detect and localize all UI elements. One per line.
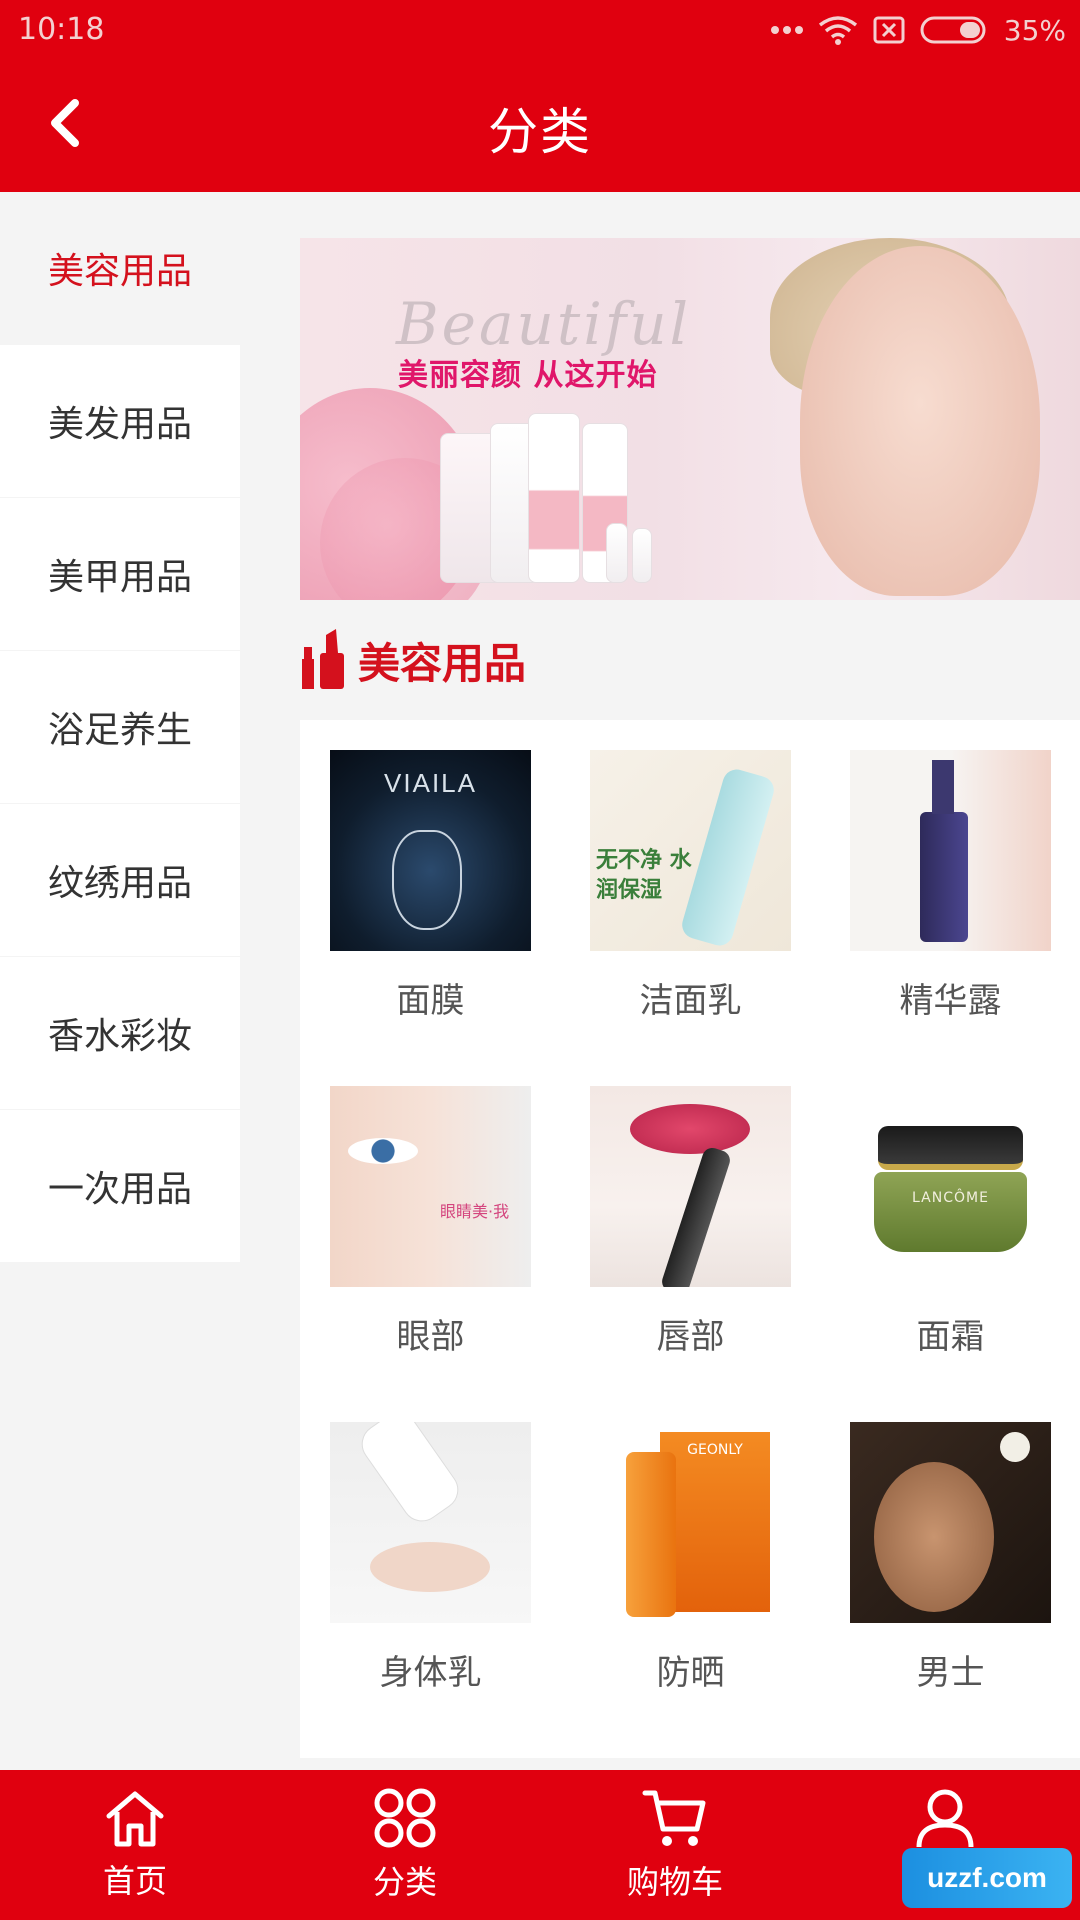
product-grid: VIAILA 面膜 无不净 水润保湿 洁面乳 精华露 眼睛美·我 眼部 唇部 L… <box>300 720 1080 1758</box>
cream-lid <box>878 1126 1023 1170</box>
nav-category-label: 分类 <box>372 1863 437 1901</box>
banner-product-vial <box>632 528 652 583</box>
banner-product-vial <box>606 523 628 583</box>
category-sidebar: 美容用品 美发用品 美甲用品 浴足养生 纹绣用品 香水彩妆 一次用品 <box>0 192 240 1263</box>
product-image-text: GEONLY <box>687 1442 743 1458</box>
product-image-text: LANCÔME <box>912 1190 989 1206</box>
product-label: 面霜 <box>916 1317 985 1357</box>
product-label: 身体乳 <box>379 1653 482 1693</box>
sidebar-item-nail[interactable]: 美甲用品 <box>0 498 240 650</box>
top-bar: 10:18 35% 分类 <box>0 0 1080 192</box>
mask-outline <box>392 830 462 930</box>
product-image-sunscreen: GEONLY <box>590 1422 791 1623</box>
status-icons: 35% <box>770 10 1066 50</box>
main-content: Beautiful 美丽容颜 从这开始 美容用品 VIAILA 面膜 无不净 水… <box>300 238 1080 1758</box>
lotion-bottle <box>353 1422 467 1530</box>
lip-pen <box>659 1145 733 1287</box>
product-label: 男士 <box>916 1653 985 1693</box>
sunscreen-tube <box>626 1452 676 1617</box>
sidebar-item-disposable[interactable]: 一次用品 <box>0 1110 240 1262</box>
promo-banner[interactable]: Beautiful 美丽容颜 从这开始 <box>300 238 1080 600</box>
product-image-men <box>850 1422 1051 1623</box>
product-image-cleanser: 无不净 水润保湿 <box>590 750 791 951</box>
product-label: 眼部 <box>396 1317 465 1357</box>
no-sim-icon <box>873 16 905 44</box>
product-tile-men[interactable]: 男士 <box>850 1422 1051 1758</box>
nav-home[interactable]: 首页 <box>0 1770 270 1920</box>
product-tile-cleanser[interactable]: 无不净 水润保湿 洁面乳 <box>590 750 791 1086</box>
nav-home-label: 首页 <box>102 1862 167 1900</box>
product-image-serum <box>850 750 1051 951</box>
product-tile-cream[interactable]: LANCÔME 面霜 <box>850 1086 1051 1422</box>
product-image-text: 眼睛美·我 <box>440 1202 510 1221</box>
banner-slogan: 美丽容颜 从这开始 <box>398 358 658 393</box>
nav-cart[interactable]: 购物车 <box>540 1770 810 1920</box>
sunscreen-box: GEONLY <box>660 1432 770 1612</box>
nav-category[interactable]: 分类 <box>270 1770 540 1920</box>
product-label: 洁面乳 <box>639 981 742 1021</box>
banner-model-face <box>800 246 1040 596</box>
sidebar-item-beauty[interactable]: 美容用品 <box>0 192 240 344</box>
product-tile-body-lotion[interactable]: 身体乳 <box>330 1422 531 1758</box>
sidebar-item-perfume-makeup[interactable]: 香水彩妆 <box>0 957 240 1109</box>
page-title: 分类 <box>488 103 592 161</box>
banner-product-bottle <box>528 413 580 583</box>
lotion-hand <box>370 1542 490 1592</box>
product-image-cream: LANCÔME <box>850 1086 1051 1287</box>
battery-icon <box>920 16 986 44</box>
more-dots-icon <box>770 26 803 34</box>
product-image-text: VIAILA <box>384 768 477 798</box>
product-tile-eye[interactable]: 眼睛美·我 眼部 <box>330 1086 531 1422</box>
product-tile-lip[interactable]: 唇部 <box>590 1086 791 1422</box>
cart-icon <box>642 1790 706 1846</box>
product-image-lip <box>590 1086 791 1287</box>
product-image-mask: VIAILA <box>330 750 531 951</box>
product-label: 唇部 <box>656 1317 725 1357</box>
cream-jar <box>874 1172 1027 1252</box>
product-image-eye: 眼睛美·我 <box>330 1086 531 1287</box>
category-icon <box>374 1788 436 1848</box>
product-tile-serum[interactable]: 精华露 <box>850 750 1051 1086</box>
product-tile-sunscreen[interactable]: GEONLY 防晒 <box>590 1422 791 1758</box>
product-image-body-lotion <box>330 1422 531 1623</box>
product-image-text: 无不净 水润保湿 <box>596 848 692 903</box>
serum-bottle <box>920 812 968 942</box>
wifi-icon <box>818 16 857 45</box>
section-title: 美容用品 <box>358 638 527 688</box>
user-icon <box>916 1789 974 1848</box>
eye-shape <box>348 1138 418 1164</box>
nav-cart-label: 购物车 <box>626 1863 723 1901</box>
lipstick-icon <box>302 629 344 689</box>
product-tile-mask[interactable]: VIAILA 面膜 <box>330 750 531 1086</box>
section-header: 美容用品 <box>300 600 1080 720</box>
sidebar-item-hair[interactable]: 美发用品 <box>0 345 240 497</box>
product-label: 精华露 <box>899 981 1002 1021</box>
sidebar-item-tattoo[interactable]: 纹绣用品 <box>0 804 240 956</box>
status-time: 10:18 <box>18 12 105 47</box>
sidebar-item-foot-spa[interactable]: 浴足养生 <box>0 651 240 803</box>
banner-headline: Beautiful <box>396 290 692 358</box>
site-watermark: uzzf.com <box>902 1848 1072 1908</box>
serum-cap <box>932 760 954 814</box>
lips-shape <box>630 1104 750 1154</box>
status-bar: 10:18 35% <box>0 0 1080 58</box>
flower-decor <box>1000 1432 1030 1462</box>
product-label: 防晒 <box>656 1653 725 1693</box>
home-icon <box>106 1791 164 1847</box>
men-face <box>874 1462 994 1612</box>
product-label: 面膜 <box>396 981 465 1021</box>
app-header: 分类 <box>0 58 1080 192</box>
battery-percent: 35% <box>1003 13 1066 47</box>
